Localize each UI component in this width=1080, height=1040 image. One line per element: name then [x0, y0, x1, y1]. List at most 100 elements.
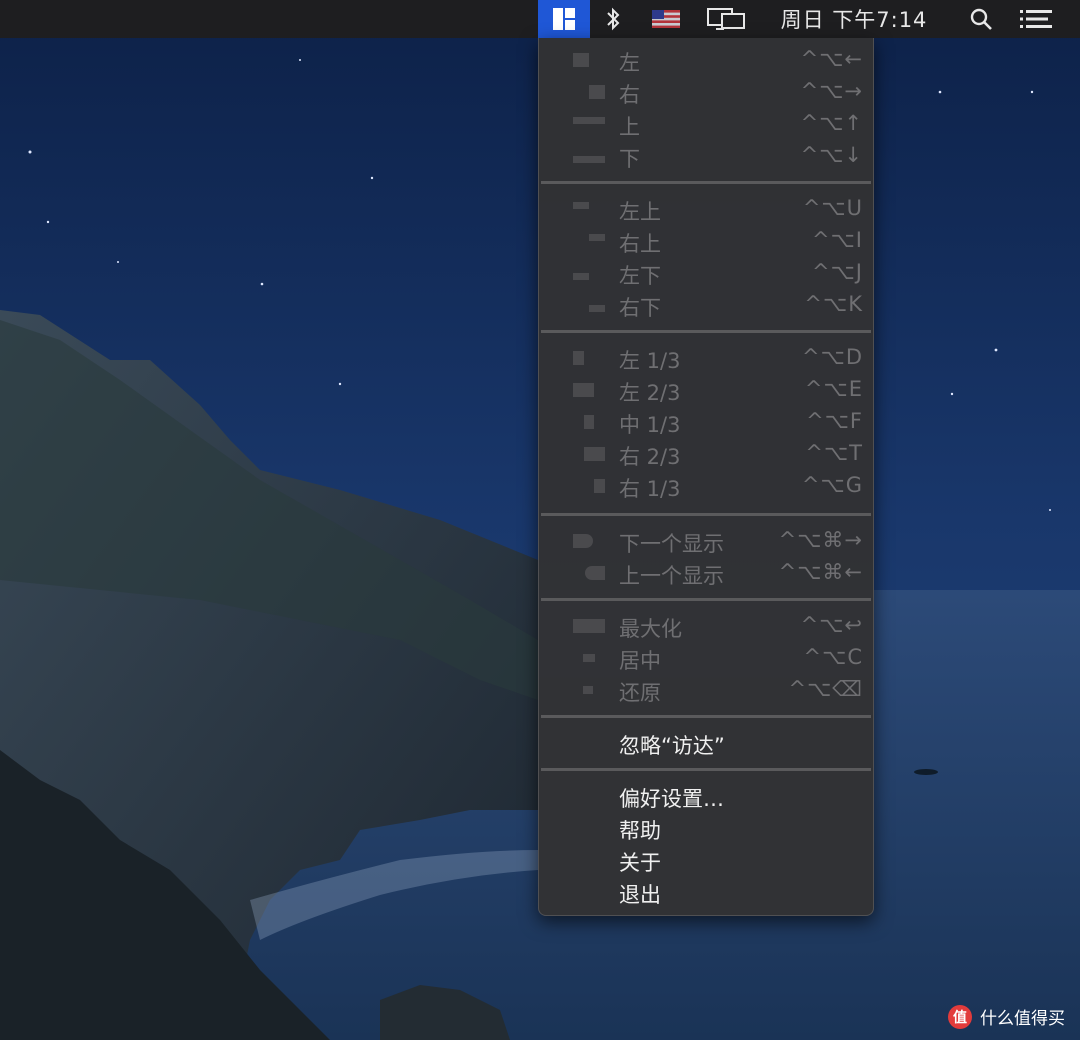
menu-item-first-third[interactable]: 左 1/3 ^⌥D	[539, 342, 873, 374]
menu-item-label: 右下	[619, 296, 661, 320]
menu-item-first-two-thirds[interactable]: 左 2/3 ^⌥E	[539, 374, 873, 406]
menu-item-center-third[interactable]: 中 1/3 ^⌥F	[539, 406, 873, 438]
menu-separator	[541, 715, 871, 718]
menu-item-top-half[interactable]: 上 ^⌥↑	[539, 108, 873, 140]
menu-item-label: 左	[619, 51, 640, 75]
top-half-icon	[573, 117, 605, 131]
menu-item-label: 偏好设置…	[619, 787, 724, 811]
bluetooth-icon[interactable]	[598, 0, 628, 38]
menu-item-preferences[interactable]: 偏好设置…	[539, 780, 873, 812]
bottom-half-icon	[573, 149, 605, 163]
menu-item-shortcut: ^⌥⌫	[788, 677, 863, 701]
next-display-icon	[573, 534, 605, 548]
menu-item-right-half[interactable]: 右 ^⌥→	[539, 76, 873, 108]
bottom-right-icon	[573, 298, 605, 312]
menu-item-label: 下一个显示	[619, 532, 724, 556]
menu-separator	[541, 181, 871, 184]
menu-item-label: 上一个显示	[619, 564, 724, 588]
notification-list-icon[interactable]	[1014, 0, 1058, 38]
menu-item-label: 帮助	[619, 819, 661, 843]
menu-item-shortcut: ^⌥⌘←	[778, 560, 863, 584]
menu-item-quit[interactable]: 退出	[539, 876, 873, 908]
menu-item-shortcut: ^⌥↑	[800, 111, 863, 135]
search-icon[interactable]	[962, 0, 1000, 38]
menu-item-last-third[interactable]: 右 1/3 ^⌥G	[539, 470, 873, 502]
menu-item-label: 右	[619, 83, 640, 107]
menu-separator	[541, 513, 871, 516]
menubar-clock[interactable]: 周日 下午7:14	[768, 0, 940, 38]
menu-item-shortcut: ^⌥I	[812, 228, 863, 252]
restore-icon	[573, 683, 605, 697]
menu-item-bottom-right[interactable]: 右下 ^⌥K	[539, 289, 873, 321]
menu-item-label: 下	[619, 147, 640, 171]
menu-separator	[541, 330, 871, 333]
menu-item-label: 最大化	[619, 617, 682, 641]
menu-item-label: 还原	[619, 681, 661, 705]
menu-item-shortcut: ^⌥U	[802, 196, 863, 220]
menu-item-label: 居中	[619, 649, 661, 673]
right-half-icon	[573, 85, 605, 99]
menu-item-shortcut: ^⌥↓	[800, 143, 863, 167]
watermark-text: 什么值得买	[980, 1009, 1065, 1029]
left-half-icon	[573, 53, 605, 67]
center-icon	[573, 651, 605, 665]
menu-item-bottom-half[interactable]: 下 ^⌥↓	[539, 140, 873, 172]
menu-item-label: 左 1/3	[619, 349, 681, 373]
menu-item-shortcut: ^⌥⌘→	[778, 528, 863, 552]
previous-display-icon	[573, 566, 605, 580]
menu-item-label: 左 2/3	[619, 381, 681, 405]
menu-separator	[541, 768, 871, 771]
menu-item-shortcut: ^⌥C	[803, 645, 863, 669]
menu-item-next-display[interactable]: 下一个显示 ^⌥⌘→	[539, 525, 873, 557]
menu-item-maximize[interactable]: 最大化 ^⌥↩	[539, 610, 873, 642]
menu-item-top-right[interactable]: 右上 ^⌥I	[539, 225, 873, 257]
menu-separator	[541, 598, 871, 601]
menu-item-bottom-left[interactable]: 左下 ^⌥J	[539, 257, 873, 289]
menu-item-shortcut: ^⌥→	[800, 79, 863, 103]
menu-item-label: 右 2/3	[619, 445, 681, 469]
top-right-icon	[573, 234, 605, 248]
menu-item-label: 左上	[619, 200, 661, 224]
watermark-badge: 值	[948, 1004, 972, 1029]
menu-item-label: 忽略“访达”	[619, 734, 725, 758]
display-mirror-icon[interactable]	[702, 0, 750, 38]
menu-item-shortcut: ^⌥F	[806, 409, 863, 433]
center-third-icon	[573, 415, 605, 429]
first-two-thirds-icon	[573, 383, 605, 397]
menu-item-label: 上	[619, 115, 640, 139]
menu-item-shortcut: ^⌥D	[802, 345, 863, 369]
maximize-icon	[573, 619, 605, 633]
first-third-icon	[573, 351, 605, 365]
menu-item-previous-display[interactable]: 上一个显示 ^⌥⌘←	[539, 557, 873, 589]
top-left-icon	[573, 202, 605, 216]
menu-item-about[interactable]: 关于	[539, 844, 873, 876]
menu-item-shortcut: ^⌥←	[800, 47, 863, 71]
menu-item-shortcut: ^⌥K	[804, 292, 863, 316]
menu-item-shortcut: ^⌥G	[801, 473, 863, 497]
menu-item-help[interactable]: 帮助	[539, 812, 873, 844]
last-third-icon	[573, 479, 605, 493]
menu-item-label: 右 1/3	[619, 477, 681, 501]
menu-item-shortcut: ^⌥↩	[800, 613, 863, 637]
us-flag-icon[interactable]	[648, 0, 684, 38]
menu-item-label: 右上	[619, 232, 661, 256]
menu-item-shortcut: ^⌥T	[805, 441, 863, 465]
menu-item-ignore-finder[interactable]: 忽略“访达”	[539, 727, 873, 759]
rectangle-dropdown-menu: 左 ^⌥← 右 ^⌥→ 上 ^⌥↑ 下 ^⌥↓ 左上 ^⌥U 右上 ^⌥I 左下…	[538, 38, 874, 916]
last-two-thirds-icon	[573, 447, 605, 461]
menu-item-shortcut: ^⌥E	[804, 377, 863, 401]
menu-item-label: 退出	[619, 883, 661, 907]
watermark: 值 什么值得买	[948, 1004, 1065, 1029]
menu-item-left-half[interactable]: 左 ^⌥←	[539, 44, 873, 76]
menu-item-label: 关于	[619, 851, 661, 875]
menu-item-restore[interactable]: 还原 ^⌥⌫	[539, 674, 873, 706]
menu-bar: 周日 下午7:14	[0, 0, 1080, 38]
menu-item-label: 左下	[619, 264, 661, 288]
menu-item-top-left[interactable]: 左上 ^⌥U	[539, 193, 873, 225]
menu-item-shortcut: ^⌥J	[812, 260, 863, 284]
menu-item-center[interactable]: 居中 ^⌥C	[539, 642, 873, 674]
rectangle-app-icon[interactable]	[538, 0, 590, 38]
menu-item-label: 中 1/3	[619, 413, 681, 437]
menu-item-last-two-thirds[interactable]: 右 2/3 ^⌥T	[539, 438, 873, 470]
bottom-left-icon	[573, 266, 605, 280]
